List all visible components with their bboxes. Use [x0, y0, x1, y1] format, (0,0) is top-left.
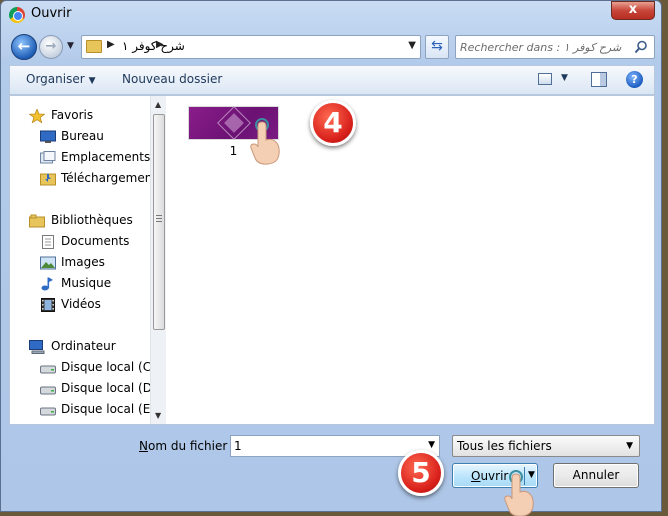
- desktop-icon: [40, 130, 56, 143]
- sidebar-item-label: Bureau: [61, 129, 104, 143]
- hard-drive-icon: [40, 407, 56, 416]
- step-badge-4: 4: [310, 100, 356, 146]
- sidebar-item-recent-places[interactable]: Emplacements ré: [10, 148, 150, 168]
- libraries-icon: [29, 214, 45, 228]
- computer-icon: [29, 340, 45, 354]
- chevron-down-icon: ▼: [88, 76, 96, 86]
- close-button[interactable]: x: [611, 1, 655, 20]
- back-button[interactable]: ←: [11, 34, 37, 60]
- sidebar-item-libraries[interactable]: Bibliothèques: [10, 211, 150, 231]
- organise-button[interactable]: Organiser ▼: [26, 72, 96, 86]
- music-note-icon: [41, 277, 53, 291]
- open-file-dialog: Ouvrir x ← → ▼ ▶ شرح كوفر ١ ▶ ▼ ⇆ Organi…: [0, 0, 662, 512]
- sidebar-item-label: Favoris: [51, 108, 94, 122]
- sidebar-item-favorites[interactable]: Favoris: [10, 106, 150, 126]
- arrow-left-icon: ←: [17, 37, 31, 55]
- sidebar-item-drive-d[interactable]: Disque local (D:): [10, 379, 150, 399]
- search-input[interactable]: [460, 39, 630, 55]
- scrollbar-thumb[interactable]: [153, 114, 165, 330]
- film-strip-icon: [41, 298, 55, 312]
- folder-icon: [86, 40, 102, 53]
- sidebar-item-downloads[interactable]: Téléchargements: [10, 169, 150, 189]
- pictures-icon: [40, 256, 56, 270]
- sidebar-item-videos[interactable]: Vidéos: [10, 295, 150, 315]
- pointing-hand-icon: [250, 118, 280, 165]
- arrow-right-icon: →: [45, 39, 57, 54]
- sidebar-item-music[interactable]: Musique: [10, 274, 150, 294]
- sidebar-item-label: Images: [61, 255, 105, 269]
- sidebar-item-drive-e[interactable]: Disque local (E:): [10, 400, 150, 420]
- breadcrumb[interactable]: ▶ شرح كوفر ١ ▶ ▼: [81, 35, 421, 59]
- address-bar: ← → ▼ ▶ شرح كوفر ١ ▶ ▼ ⇆: [9, 32, 655, 62]
- refresh-icon: ⇆: [431, 38, 443, 54]
- chevron-down-icon[interactable]: ▼: [428, 440, 435, 450]
- breadcrumb-chevron-icon[interactable]: ▶: [156, 39, 164, 50]
- file-type-value: Tous les fichiers: [457, 439, 552, 453]
- filename-label: Nom du fichier :: [139, 439, 236, 453]
- sidebar-item-computer[interactable]: Ordinateur: [10, 337, 150, 357]
- sidebar-item-label: Vidéos: [61, 297, 101, 311]
- sidebar-item-drive-c[interactable]: Disque local (C:): [10, 358, 150, 378]
- file-list: 1: [168, 96, 654, 424]
- search-icon[interactable]: [634, 40, 648, 54]
- breadcrumb-current-folder[interactable]: شرح كوفر ١: [122, 39, 185, 53]
- preview-pane-icon[interactable]: [591, 72, 607, 87]
- step-badge-5: 5: [398, 450, 444, 496]
- window-title: Ouvrir: [31, 6, 72, 21]
- cancel-button[interactable]: Annuler: [553, 463, 639, 488]
- recent-places-icon: [40, 151, 56, 164]
- path-dropdown-icon[interactable]: ▼: [408, 40, 416, 51]
- sidebar-item-label: Disque local (C:): [61, 360, 150, 374]
- downloads-folder-icon: [40, 173, 56, 186]
- change-view-icon[interactable]: [538, 73, 552, 85]
- sidebar-item-label: Disque local (E:): [61, 402, 150, 416]
- view-options-dropdown[interactable]: ▼: [561, 73, 568, 83]
- hard-drive-icon: [40, 365, 56, 374]
- title-bar: Ouvrir x: [1, 1, 661, 29]
- scroll-up-icon[interactable]: ▲: [155, 100, 161, 109]
- chrome-icon: [9, 7, 25, 23]
- new-folder-button[interactable]: Nouveau dossier: [122, 72, 222, 86]
- command-bar: Organiser ▼ Nouveau dossier ▼ ?: [9, 65, 655, 95]
- breadcrumb-chevron-icon[interactable]: ▶: [107, 39, 115, 50]
- recent-locations-dropdown[interactable]: ▼: [67, 41, 74, 51]
- sidebar-item-label: Bibliothèques: [51, 213, 133, 227]
- navigation-scrollbar[interactable]: ▲ ▼: [150, 96, 166, 424]
- sidebar-item-label: Ordinateur: [51, 339, 116, 353]
- refresh-button[interactable]: ⇆: [425, 35, 449, 59]
- hard-drive-icon: [40, 386, 56, 395]
- sidebar-item-label: Téléchargements: [61, 171, 150, 185]
- filename-input[interactable]: [234, 438, 414, 454]
- sidebar-item-pictures[interactable]: Images: [10, 253, 150, 273]
- scroll-down-icon[interactable]: ▼: [155, 411, 161, 420]
- sidebar-item-label: Musique: [61, 276, 112, 290]
- documents-icon: [42, 235, 54, 249]
- chevron-down-icon: ▼: [626, 441, 633, 451]
- sidebar-item-desktop[interactable]: Bureau: [10, 127, 150, 147]
- grip-icon: [156, 215, 162, 222]
- navigation-pane: Favoris Bureau Emplacements ré Télécharg…: [10, 96, 166, 424]
- file-type-select[interactable]: Tous les fichiers ▼: [452, 435, 640, 457]
- sidebar-item-label: Documents: [61, 234, 130, 248]
- close-icon: x: [628, 2, 638, 17]
- search-box[interactable]: [455, 35, 655, 59]
- star-icon: [29, 109, 45, 123]
- sidebar-item-label: Emplacements ré: [61, 150, 150, 164]
- help-icon[interactable]: ?: [626, 71, 643, 88]
- forward-button[interactable]: →: [39, 35, 63, 59]
- pointing-hand-icon: [504, 470, 534, 516]
- sidebar-item-documents[interactable]: Documents: [10, 232, 150, 252]
- sidebar-item-label: Disque local (D:): [61, 381, 150, 395]
